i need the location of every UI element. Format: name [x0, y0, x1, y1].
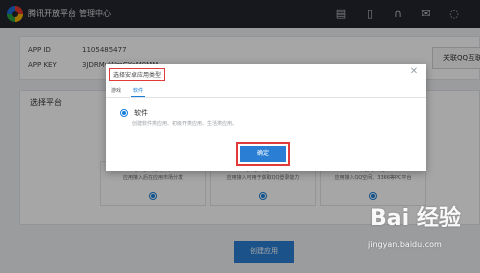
software-option-radio[interactable]: [120, 109, 128, 117]
select-app-type-dialog: 选择安卓应用类型 ✕ 游戏 软件 软件 创建软件类应用、初级开类应用、生活类应用…: [106, 64, 426, 171]
tab-software[interactable]: 软件: [130, 87, 146, 97]
close-icon[interactable]: ✕: [407, 65, 421, 79]
watermark-main: Bai 经验: [370, 206, 461, 231]
confirm-highlight: 确定: [236, 142, 290, 166]
tab-game[interactable]: 游戏: [111, 87, 121, 94]
software-option-label[interactable]: 软件: [134, 108, 148, 118]
software-option-desc: 创建软件类应用、初级开类应用、生活类应用。: [132, 121, 238, 127]
baidu-jingyan-watermark: Bai 经验 jingyan.baidu.com: [364, 200, 476, 260]
dialog-title: 选择安卓应用类型: [109, 68, 166, 81]
confirm-button[interactable]: 确定: [240, 146, 286, 162]
watermark-url: jingyan.baidu.com: [368, 240, 442, 249]
app-type-tabs: 游戏 软件: [106, 85, 426, 98]
